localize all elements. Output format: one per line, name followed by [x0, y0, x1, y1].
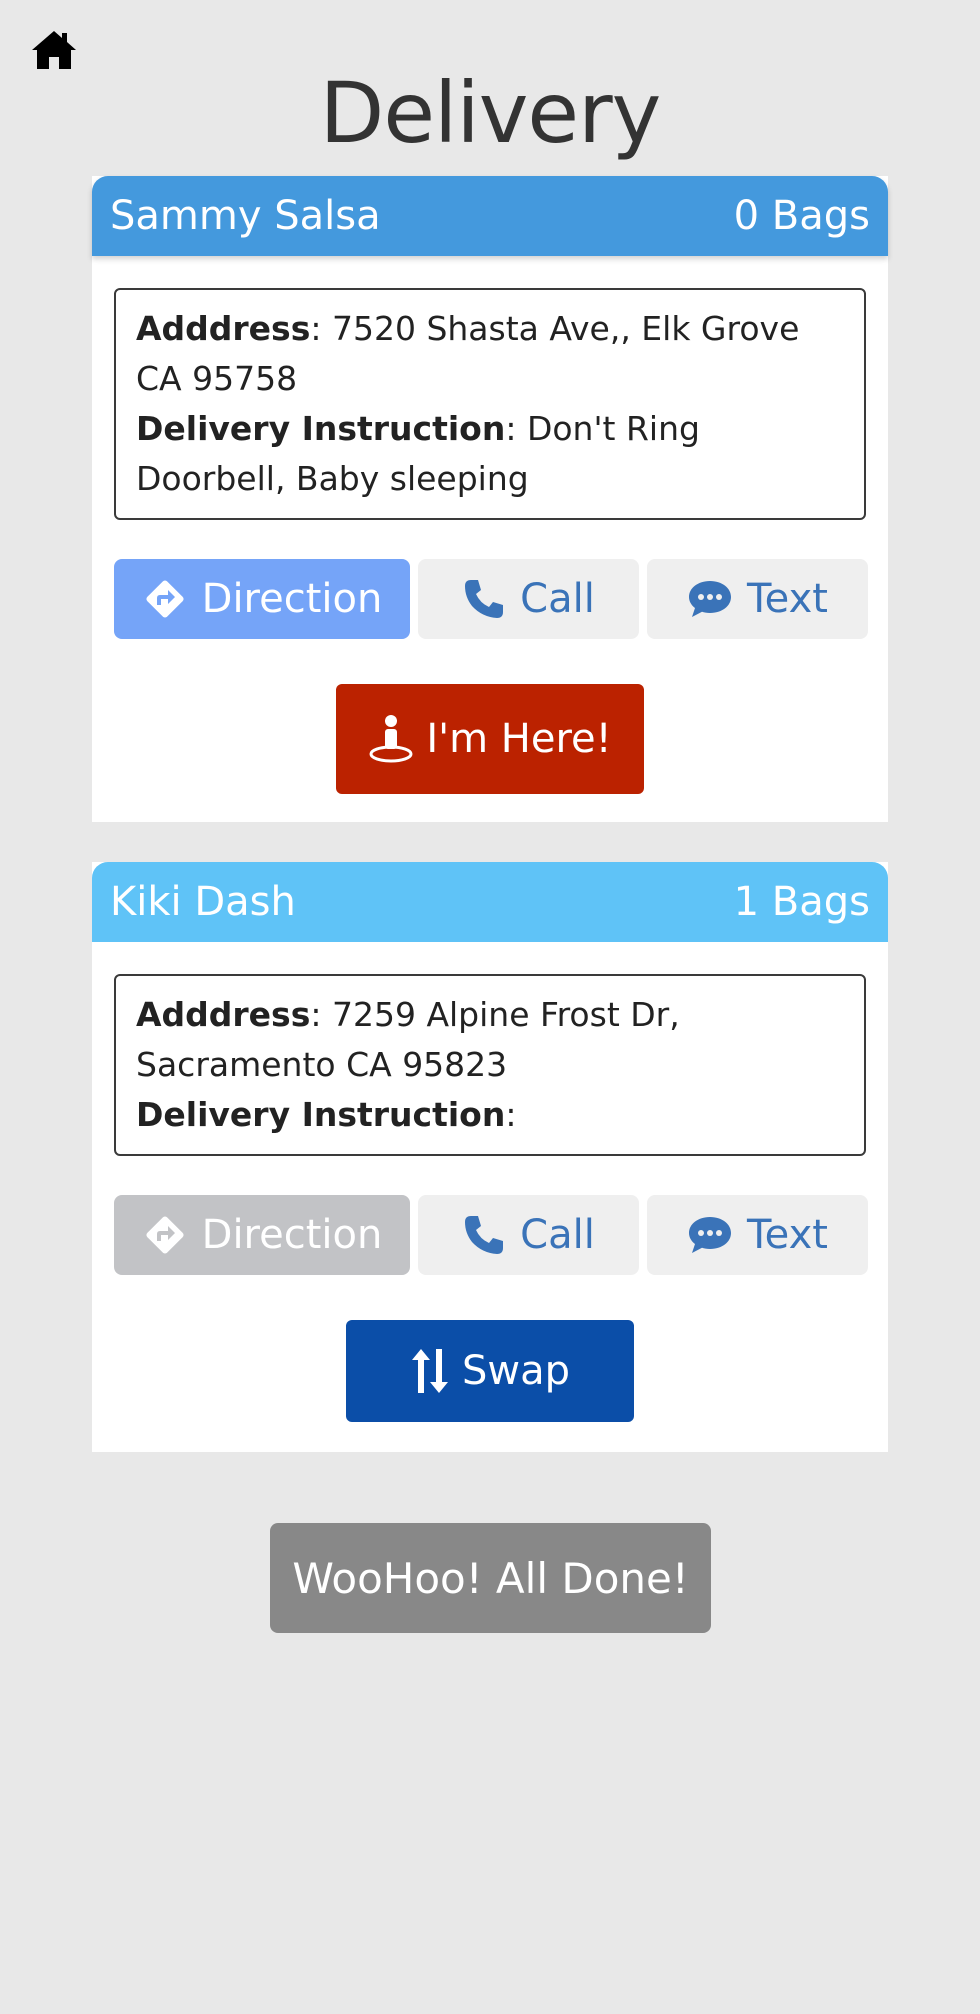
instruction-label: Delivery Instruction — [136, 409, 506, 448]
delivery-card-header: Sammy Salsa 0 Bags — [92, 176, 888, 256]
customer-name: Sammy Salsa — [110, 193, 381, 239]
text-button[interactable]: Text — [647, 559, 868, 639]
delivery-card-header: Kiki Dash 1 Bags — [92, 862, 888, 942]
bag-count: 0 Bags — [733, 193, 870, 239]
call-button[interactable]: Call — [418, 1195, 639, 1275]
directions-icon — [146, 580, 184, 618]
text-button[interactable]: Text — [647, 1195, 868, 1275]
swap-vertical-icon — [411, 1349, 448, 1393]
direction-label: Direction — [201, 1212, 383, 1258]
delivery-card: Kiki Dash 1 Bags Adddress: 7259 Alpine F… — [92, 862, 888, 1452]
contact-actions: Direction Call Text — [114, 1195, 868, 1275]
im-here-button[interactable]: I'm Here! — [336, 684, 644, 794]
bag-count: 1 Bags — [733, 879, 870, 925]
instruction-label: Delivery Instruction — [136, 1095, 506, 1134]
delivery-card: Sammy Salsa 0 Bags Adddress: 7520 Shasta… — [92, 176, 888, 822]
page-title: Delivery — [319, 64, 662, 162]
direction-label: Direction — [201, 576, 383, 622]
phone-icon — [465, 580, 504, 618]
message-icon — [689, 1217, 732, 1253]
text-label: Text — [747, 576, 828, 622]
all-done-button[interactable]: WooHoo! All Done! — [270, 1523, 711, 1633]
customer-name: Kiki Dash — [110, 879, 296, 925]
delivery-info-box: Adddress: 7259 Alpine Frost Dr, Sacramen… — [114, 974, 866, 1156]
address-label: Adddress — [136, 995, 311, 1034]
call-label: Call — [520, 576, 595, 622]
delivery-info-box: Adddress: 7520 Shasta Ave,, Elk Grove CA… — [114, 288, 866, 520]
phone-icon — [465, 1216, 504, 1254]
directions-icon — [146, 1216, 184, 1254]
call-button[interactable]: Call — [418, 559, 639, 639]
direction-button[interactable]: Direction — [114, 1195, 410, 1275]
address-label: Adddress — [136, 309, 311, 348]
swap-button[interactable]: Swap — [346, 1320, 634, 1422]
call-label: Call — [520, 1212, 595, 1258]
message-icon — [689, 581, 732, 617]
text-label: Text — [747, 1212, 828, 1258]
person-location-icon — [369, 715, 413, 763]
swap-label: Swap — [461, 1348, 570, 1394]
direction-button[interactable]: Direction — [114, 559, 410, 639]
im-here-label: I'm Here! — [426, 716, 612, 762]
contact-actions: Direction Call Text — [114, 559, 868, 639]
